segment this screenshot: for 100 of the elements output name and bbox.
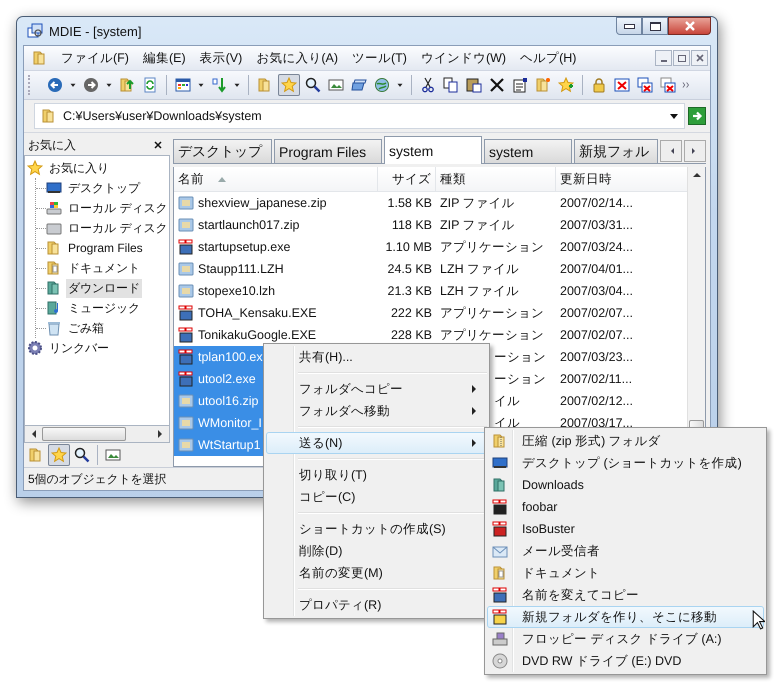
more-icon[interactable] [681,80,691,90]
menu-item[interactable]: フロッピー ディスク ドライブ (A:) [487,628,764,650]
menu-item[interactable]: 切り取り(T) [266,464,487,486]
delete-icon[interactable] [489,77,505,93]
tree-item[interactable]: Program Files [66,240,145,256]
add-favorite-icon[interactable] [558,77,574,93]
archive-icon [178,195,194,211]
menu-item[interactable]: フォルダへコピー [266,378,487,400]
file-name[interactable]: stopexe10.lzh [174,280,378,302]
menu-item[interactable]: ウインドウ(W) [414,50,514,66]
menu-item[interactable]: 名前を変えてコピー [487,584,764,606]
file-size: 1.10 MB [385,240,432,254]
file-name[interactable]: TOHA_Kensaku.EXE [174,302,378,324]
menu-item[interactable]: 削除(D) [266,540,487,562]
menu-item[interactable]: お気に入り(A) [249,50,345,66]
file-name[interactable]: TonikakuGoogle.EXE [174,324,378,346]
dropdown-caret-icon[interactable] [670,114,678,118]
close-icon[interactable] [154,141,162,149]
column-header[interactable]: サイズ [378,167,436,191]
modified-date: 2007/03/24... [560,240,633,254]
archive-icon [178,261,194,277]
minimize-button[interactable] [616,17,642,35]
menu-item[interactable]: ファイル(F) [54,50,136,66]
tree-item[interactable]: お気に入り [47,158,111,178]
copy-icon[interactable] [443,77,459,93]
menu-item[interactable]: プロパティ(R) [266,594,487,616]
menu-item[interactable]: フォルダへ移動 [266,400,487,422]
menu-item[interactable]: 名前の変更(M) [266,562,487,584]
menu-item[interactable]: ヘルプ(H) [513,50,584,66]
tree-item[interactable]: デスクトップ [66,178,142,198]
menu-item[interactable]: コピー(C) [266,486,487,508]
picture-icon[interactable] [328,77,344,93]
restore-button[interactable] [673,50,690,66]
menu-item[interactable]: DVD RW ドライブ (E:) DVD [487,650,764,672]
close-windows-icon[interactable] [660,77,676,93]
panel-title: お気に入 [28,136,76,154]
file-type: ーション [494,348,546,366]
go-button[interactable] [688,107,706,125]
tree-item[interactable]: ドキュメント [66,258,142,278]
search-icon[interactable] [305,77,321,93]
up-folder-icon[interactable] [119,77,135,93]
tab[interactable]: デスクトップ [173,139,272,163]
menu-item[interactable]: ツール(T) [344,50,414,66]
modified-date: 2007/02/07... [560,306,633,320]
file-name[interactable]: startlaunch017.zip [174,214,378,236]
properties-icon[interactable] [512,77,528,93]
file-name[interactable]: Staupp111.LZH [174,258,378,280]
menu-item[interactable]: ドキュメント [487,562,764,584]
menu-item[interactable]: foobar [487,496,764,518]
close-window-icon[interactable] [614,77,630,93]
tree-item[interactable]: ダウンロード [66,278,142,298]
tree-item[interactable]: リンクバー [47,338,111,358]
file-name[interactable]: shexview_japanese.zip [174,192,378,214]
menu-item[interactable]: 送る(N) [266,432,487,454]
tree-item[interactable]: ごみ箱 [66,318,106,338]
close-windows-icon[interactable] [637,77,653,93]
file-name[interactable]: startupsetup.exe [174,236,378,258]
new-folder-icon[interactable] [535,77,551,93]
tab[interactable]: system [484,139,572,163]
program-icon [492,499,508,515]
menu-item[interactable]: 共有(H)... [266,346,487,368]
file-size: 24.5 KB [388,262,432,276]
floppy-drive-icon [492,631,508,647]
sort-icon[interactable] [211,77,227,93]
modified-date: 2007/02/11... [560,372,632,386]
menu-item[interactable]: デスクトップ (ショートカットを作成) [487,452,764,474]
horizontal-scrollbar[interactable] [24,426,170,443]
tree-item[interactable]: ローカル ディスク [66,198,169,218]
view-icon[interactable] [175,77,191,93]
forward-icon[interactable] [83,77,99,93]
menu-item[interactable]: IsoBuster [487,518,764,540]
tab[interactable]: 新規フォル [574,139,658,163]
paste-icon[interactable] [466,77,482,93]
menu-item[interactable]: 表示(V) [192,50,250,66]
menu-item[interactable]: 新規フォルダを作り、そこに移動 [487,606,764,628]
lock-icon[interactable] [591,77,607,93]
tab[interactable]: Program Files [274,139,382,163]
search-icon[interactable] [74,447,90,463]
menu-item[interactable]: メール受信者 [487,540,764,562]
address-field[interactable]: C:¥Users¥user¥Downloads¥system [34,103,685,129]
menu-item[interactable]: ショートカットの作成(S) [266,518,487,540]
tree-item[interactable]: ミュージック [66,298,142,318]
close-button[interactable] [691,50,708,66]
tab[interactable]: system [384,136,482,164]
column-header[interactable]: 種類 [436,167,556,191]
menu-item[interactable]: 編集(E) [136,50,193,66]
refresh-icon[interactable] [142,77,158,93]
program-icon [178,349,194,365]
globe-icon[interactable] [374,77,390,93]
column-header[interactable]: 名前 [174,167,378,191]
back-icon[interactable] [47,77,63,93]
favorites-button[interactable] [278,74,300,96]
tree-item[interactable]: ローカル ディスク [66,218,169,238]
picture-icon[interactable] [105,447,121,463]
maximize-button[interactable] [642,17,668,35]
menu-item[interactable]: Downloads [487,474,764,496]
menu-item[interactable]: 圧縮 (zip 形式) フォルダ [487,430,764,452]
archive-icon [178,283,194,299]
close-button[interactable] [668,17,711,35]
scissors-icon[interactable] [420,77,436,93]
